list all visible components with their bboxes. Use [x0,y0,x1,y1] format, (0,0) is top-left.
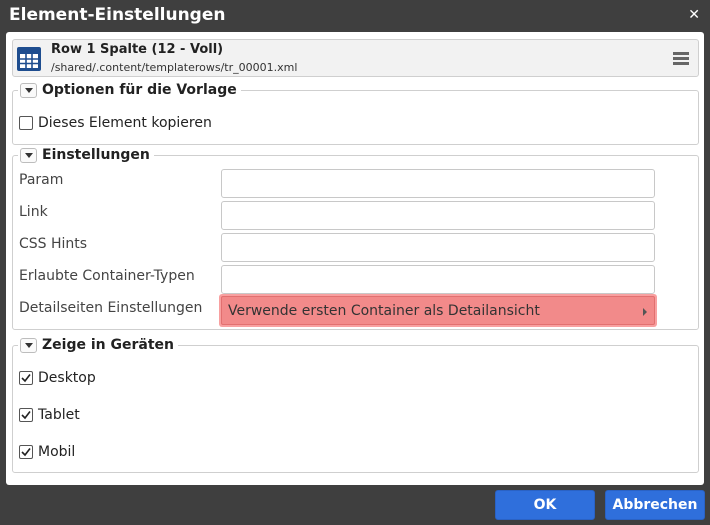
settings-legend: Einstellungen [18,145,154,165]
caret-right-icon [643,308,647,316]
devices-section: Zeige in Geräten Desktop Tablet Mobil [12,335,699,473]
copy-element-checkbox[interactable] [19,116,33,130]
css-hints-label: CSS Hints [19,236,88,252]
collapse-toggle-icon[interactable] [20,337,37,353]
desktop-checkbox[interactable] [19,371,33,385]
allowed-container-types-input[interactable] [221,265,655,294]
template-options-section: Optionen für die Vorlage Dieses Element … [12,80,699,145]
link-label: Link [19,204,48,220]
template-options-legend: Optionen für die Vorlage [18,80,241,100]
dialog-titlebar: Element-Einstellungen ✕ [0,0,710,32]
device-desktop-row[interactable]: Desktop [19,370,96,386]
close-icon[interactable]: ✕ [688,7,700,23]
settings-section: Einstellungen Param Link CSS Hints Erlau… [12,145,699,330]
css-hints-input[interactable] [221,233,655,262]
desktop-label: Desktop [38,370,96,386]
allowed-container-types-label: Erlaubte Container-Typen [19,268,195,284]
tablet-label: Tablet [38,407,80,423]
mobile-label: Mobil [38,444,76,460]
param-label: Param [19,172,64,188]
device-mobile-row[interactable]: Mobil [19,444,75,460]
dialog-content: Row 1 Spalte (12 - Voll) /shared/.conten… [6,32,704,485]
devices-legend: Zeige in Geräten [18,335,178,355]
section-title: Optionen für die Vorlage [42,82,237,98]
grid-table-icon [17,47,41,71]
detail-settings-select-box[interactable]: Verwende ersten Container als Detailansi… [221,296,655,325]
collapse-toggle-icon[interactable] [20,147,37,163]
param-input[interactable] [221,169,655,198]
hamburger-menu-icon[interactable] [673,52,689,66]
device-tablet-row[interactable]: Tablet [19,407,80,423]
resource-title: Row 1 Spalte (12 - Voll) [51,42,224,57]
collapse-toggle-icon[interactable] [20,82,37,98]
section-title: Einstellungen [42,147,150,163]
mobile-checkbox[interactable] [19,445,33,459]
cancel-button[interactable]: Abbrechen [605,490,705,520]
resource-info: Row 1 Spalte (12 - Voll) /shared/.conten… [12,39,699,77]
section-title: Zeige in Geräten [42,337,174,353]
detail-settings-selected-value: Verwende ersten Container als Detailansi… [228,303,540,319]
resource-path: /shared/.content/templaterows/tr_00001.x… [51,61,298,74]
ok-button[interactable]: OK [495,490,595,520]
element-settings-dialog: Element-Einstellungen ✕ Row 1 Spalte (12… [0,0,710,525]
dialog-title: Element-Einstellungen [9,5,226,25]
tablet-checkbox[interactable] [19,408,33,422]
detail-settings-select[interactable]: Verwende ersten Container als Detailansi… [219,294,657,327]
copy-element-checkbox-row[interactable]: Dieses Element kopieren [19,115,212,131]
detail-settings-label: Detailseiten Einstellungen [19,300,203,316]
link-input[interactable] [221,201,655,230]
copy-element-label: Dieses Element kopieren [38,115,212,131]
